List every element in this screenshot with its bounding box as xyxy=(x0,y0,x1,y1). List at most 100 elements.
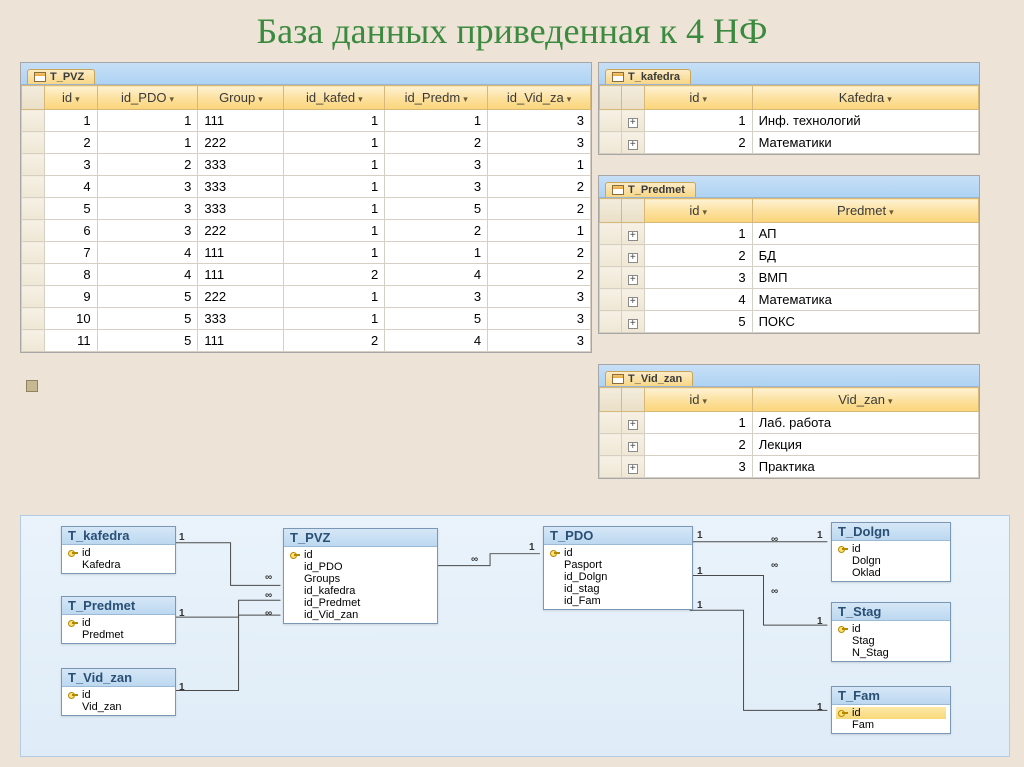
schema-table[interactable]: T_FamidFam xyxy=(831,686,951,734)
cell[interactable]: 2 xyxy=(644,434,752,456)
schema-field[interactable]: id_PDO xyxy=(288,561,433,573)
cell[interactable]: 1 xyxy=(284,242,385,264)
table-row[interactable]: +2Лекция xyxy=(600,434,979,456)
row-selector[interactable] xyxy=(600,267,622,289)
column-header[interactable]: id▾ xyxy=(644,86,752,110)
cell[interactable]: 5 xyxy=(385,198,488,220)
schema-field[interactable]: id_Dolgn xyxy=(548,571,688,583)
cell[interactable]: 1 xyxy=(284,308,385,330)
cell[interactable]: 3 xyxy=(644,267,752,289)
cell[interactable]: 1 xyxy=(284,286,385,308)
expand-icon[interactable]: + xyxy=(628,275,638,285)
row-selector[interactable] xyxy=(600,289,622,311)
schema-field[interactable]: id_stag xyxy=(548,583,688,595)
cell[interactable]: 222 xyxy=(198,220,284,242)
schema-field[interactable]: id xyxy=(548,547,688,559)
cell[interactable]: 6 xyxy=(45,220,97,242)
cell[interactable]: 5 xyxy=(385,308,488,330)
schema-table[interactable]: T_StagidStagN_Stag xyxy=(831,602,951,662)
cell[interactable]: 3 xyxy=(488,110,591,132)
row-selector[interactable] xyxy=(600,132,622,154)
schema-field[interactable]: Fam xyxy=(836,719,946,731)
schema-table-title[interactable]: T_Stag xyxy=(832,603,950,621)
cell[interactable]: 5 xyxy=(644,311,752,333)
cell[interactable]: 1 xyxy=(284,220,385,242)
table-row[interactable]: +2Математики xyxy=(600,132,979,154)
schema-table-title[interactable]: T_Predmet xyxy=(62,597,175,615)
cell[interactable]: 5 xyxy=(97,286,198,308)
cell[interactable]: 3 xyxy=(97,198,198,220)
schema-field[interactable]: Groups xyxy=(288,573,433,585)
schema-field[interactable]: id xyxy=(66,617,171,629)
cell[interactable]: 1 xyxy=(284,198,385,220)
cell[interactable]: 3 xyxy=(97,176,198,198)
table-row[interactable]: +3ВМП xyxy=(600,267,979,289)
cell[interactable]: 2 xyxy=(284,330,385,352)
column-header[interactable]: Kafedra▾ xyxy=(752,86,978,110)
expand-icon[interactable]: + xyxy=(628,297,638,307)
cell[interactable]: 3 xyxy=(488,308,591,330)
row-selector[interactable] xyxy=(600,245,622,267)
cell[interactable]: ПОКС xyxy=(752,311,978,333)
schema-table[interactable]: T_PredmetidPredmet xyxy=(61,596,176,644)
cell[interactable]: 1 xyxy=(284,110,385,132)
cell[interactable]: 3 xyxy=(385,154,488,176)
schema-table[interactable]: T_PDOidPasportid_Dolgnid_stagid_Fam xyxy=(543,526,693,610)
cell[interactable]: Математики xyxy=(752,132,978,154)
cell[interactable]: 2 xyxy=(488,176,591,198)
row-selector[interactable] xyxy=(600,110,622,132)
table-row[interactable]: 21222123 xyxy=(22,132,591,154)
schema-field[interactable]: Stag xyxy=(836,635,946,647)
cell[interactable]: Лекция xyxy=(752,434,978,456)
schema-field[interactable]: id xyxy=(836,543,946,555)
schema-table[interactable]: T_DolgnidDolgnOklad xyxy=(831,522,951,582)
cell[interactable]: 5 xyxy=(97,330,198,352)
table-row[interactable]: 84111242 xyxy=(22,264,591,286)
expand-icon[interactable]: + xyxy=(628,231,638,241)
table-row[interactable]: 11111113 xyxy=(22,110,591,132)
row-selector[interactable] xyxy=(600,456,622,478)
row-selector[interactable] xyxy=(22,330,45,352)
schema-table-title[interactable]: T_Dolgn xyxy=(832,523,950,541)
select-all-corner[interactable] xyxy=(600,199,622,223)
cell[interactable]: 111 xyxy=(198,110,284,132)
cell[interactable]: 2 xyxy=(97,154,198,176)
table-row[interactable]: 43333132 xyxy=(22,176,591,198)
cell[interactable]: 3 xyxy=(385,176,488,198)
select-all-corner[interactable] xyxy=(22,86,45,110)
cell[interactable]: 3 xyxy=(45,154,97,176)
schema-field[interactable]: Predmet xyxy=(66,629,171,641)
cell[interactable]: 1 xyxy=(284,132,385,154)
cell[interactable]: 1 xyxy=(385,110,488,132)
cell[interactable]: 2 xyxy=(644,132,752,154)
cell[interactable]: 2 xyxy=(488,198,591,220)
column-header[interactable]: id_Predm▾ xyxy=(385,86,488,110)
schema-table-title[interactable]: T_kafedra xyxy=(62,527,175,545)
schema-field[interactable]: id xyxy=(836,623,946,635)
cell[interactable]: Математика xyxy=(752,289,978,311)
cell[interactable]: 1 xyxy=(284,154,385,176)
column-header[interactable]: id_kafed▾ xyxy=(284,86,385,110)
cell[interactable]: 2 xyxy=(385,132,488,154)
table-tab[interactable]: T_Vid_zan xyxy=(605,371,693,386)
row-selector[interactable] xyxy=(22,110,45,132)
row-selector[interactable] xyxy=(22,132,45,154)
cell[interactable]: 3 xyxy=(488,132,591,154)
expand-icon[interactable]: + xyxy=(628,420,638,430)
schema-field[interactable]: id xyxy=(66,547,171,559)
table-row[interactable]: 95222133 xyxy=(22,286,591,308)
cell[interactable]: 5 xyxy=(45,198,97,220)
table-tab[interactable]: T_kafedra xyxy=(605,69,691,84)
cell[interactable]: Инф. технологий xyxy=(752,110,978,132)
row-selector[interactable] xyxy=(22,308,45,330)
expand-icon[interactable]: + xyxy=(628,442,638,452)
schema-field[interactable]: id_Predmet xyxy=(288,597,433,609)
expand-icon[interactable]: + xyxy=(628,253,638,263)
row-selector[interactable] xyxy=(600,311,622,333)
schema-table-title[interactable]: T_Fam xyxy=(832,687,950,705)
schema-field[interactable]: id xyxy=(66,689,171,701)
table-row[interactable]: 105333153 xyxy=(22,308,591,330)
cell[interactable]: 333 xyxy=(198,308,284,330)
cell[interactable]: 2 xyxy=(488,264,591,286)
cell[interactable]: 2 xyxy=(284,264,385,286)
